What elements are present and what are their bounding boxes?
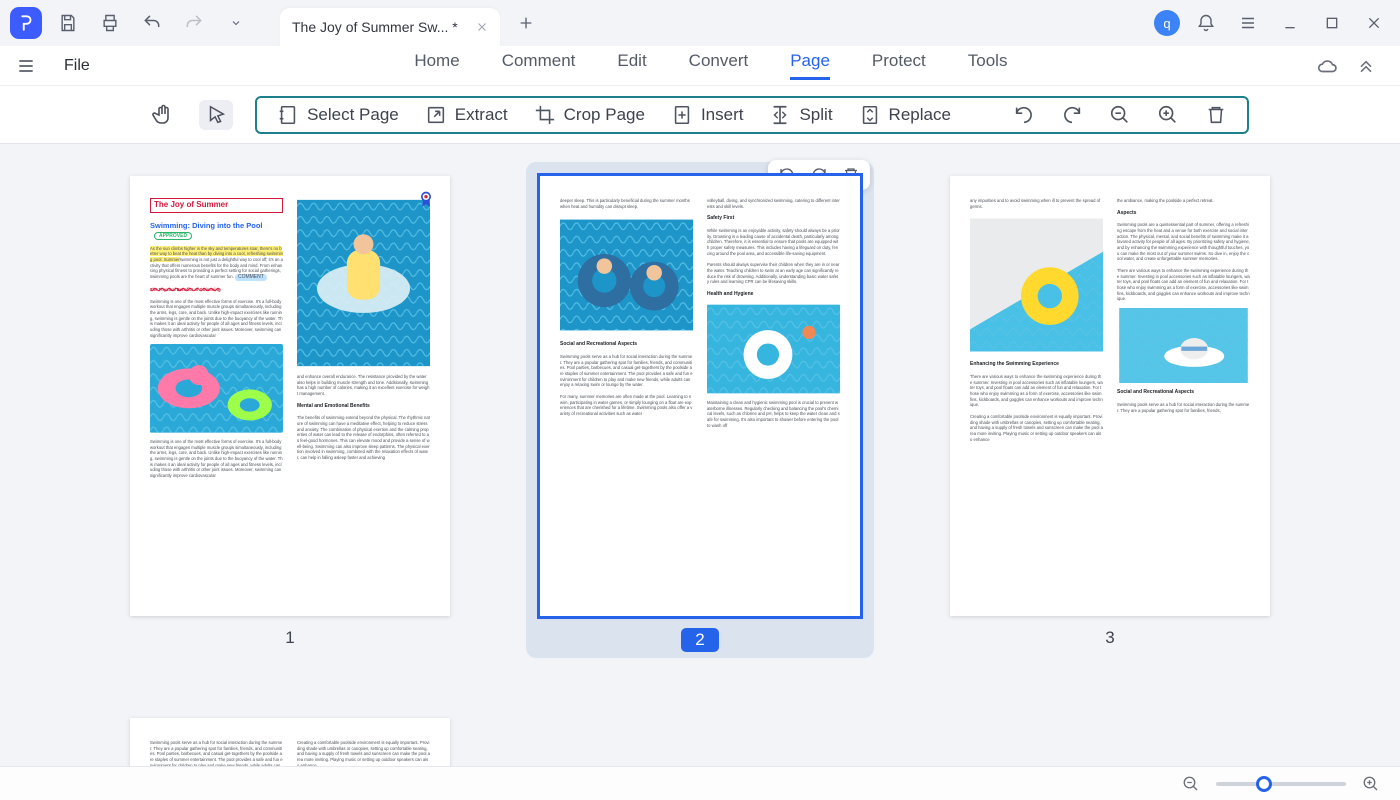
page-thumbnail-4[interactable]: Swimming pools serve as a hub for social… [130, 718, 450, 766]
document-title: The Joy of Summer [150, 198, 283, 213]
delete-page-icon[interactable] [1205, 104, 1227, 126]
hat-pool-image [1117, 308, 1250, 383]
insert-button[interactable]: Insert [671, 104, 744, 126]
save-icon[interactable] [52, 7, 84, 39]
page-number-1: 1 [285, 628, 294, 648]
yellow-ring-image [970, 215, 1103, 355]
award-ribbon-icon [416, 190, 436, 210]
replace-button[interactable]: Replace [859, 104, 951, 126]
section-health: Health and Hygiene [707, 291, 840, 298]
approved-badge: APPROVED [154, 232, 192, 240]
zoom-in-small-icon[interactable] [1362, 775, 1380, 793]
section-social-2: Social and Recreational Aspects [1117, 389, 1250, 396]
page-thumbnail-2[interactable]: deeper sleep. This is particularly benef… [526, 162, 874, 658]
window-minimize-icon[interactable] [1274, 7, 1306, 39]
undo-icon[interactable] [136, 7, 168, 39]
redo-icon[interactable] [178, 7, 210, 39]
print-icon[interactable] [94, 7, 126, 39]
section-social: Social and Recreational Aspects [560, 341, 693, 348]
new-tab-icon[interactable] [510, 7, 542, 39]
statusbar [0, 766, 1400, 800]
select-page-button[interactable]: Select Page [277, 104, 399, 126]
menu-edit[interactable]: Edit [617, 51, 646, 80]
collapse-ribbon-icon[interactable] [1356, 55, 1376, 77]
page-thumbnail-1[interactable]: The Joy of Summer Swimming: Diving into … [130, 176, 450, 658]
user-avatar[interactable]: q [1154, 10, 1180, 36]
hand-tool-icon[interactable] [151, 103, 175, 127]
split-button[interactable]: Split [769, 104, 832, 126]
menubar: File Home Comment Edit Convert Page Prot… [0, 46, 1400, 86]
strikethrough-heading: The Physical Benefits of Swimming [150, 287, 283, 293]
document-tab-label: The Joy of Summer Sw... * [292, 19, 468, 35]
page-thumbnail-3[interactable]: any impurities and to avoid swimming whe… [950, 176, 1270, 658]
document-tab[interactable]: The Joy of Summer Sw... * [280, 8, 500, 46]
comment-callout: COMMENT [235, 274, 267, 281]
section-aspects: Aspects [1117, 210, 1250, 217]
pointer-tool-icon[interactable] [199, 100, 233, 130]
menu-home[interactable]: Home [414, 51, 459, 80]
pool-tubes-image [560, 215, 693, 335]
app-menu-icon[interactable] [1232, 7, 1264, 39]
crop-page-button[interactable]: Crop Page [534, 104, 645, 126]
page-number-2: 2 [681, 628, 718, 652]
window-maximize-icon[interactable] [1316, 7, 1348, 39]
dropdown-icon[interactable] [220, 7, 252, 39]
zoom-in-icon[interactable] [1157, 104, 1179, 126]
rotate-ccw-icon[interactable] [1013, 104, 1035, 126]
extract-button[interactable]: Extract [425, 104, 508, 126]
menu-page[interactable]: Page [790, 51, 830, 80]
cloud-icon[interactable] [1316, 55, 1338, 77]
float-ring-image [707, 304, 840, 394]
app-logo[interactable] [10, 7, 42, 39]
zoom-out-small-icon[interactable] [1182, 775, 1200, 793]
notifications-icon[interactable] [1190, 7, 1222, 39]
menu-protect[interactable]: Protect [872, 51, 926, 80]
hamburger-icon[interactable] [16, 56, 36, 76]
page-number-3: 3 [1105, 628, 1114, 648]
zoom-slider[interactable] [1216, 782, 1346, 786]
file-menu[interactable]: File [64, 57, 90, 75]
menu-tools[interactable]: Tools [968, 51, 1008, 80]
zoom-out-icon[interactable] [1109, 104, 1131, 126]
main-menu: Home Comment Edit Convert Page Protect T… [126, 51, 1296, 80]
pool-photo-image [297, 198, 430, 368]
rotate-cw-icon[interactable] [1061, 104, 1083, 126]
page-toolbar-wrap: Select Page Extract Crop Page Insert Spl… [0, 86, 1400, 144]
window-close-icon[interactable] [1358, 7, 1390, 39]
workspace[interactable]: The Joy of Summer Swimming: Diving into … [0, 144, 1400, 766]
document-subtitle: Swimming: Diving into the Pool APPROVED [150, 221, 283, 240]
section-enhance: Enhancing the Swimming Experience [970, 361, 1103, 368]
page-toolbar: Select Page Extract Crop Page Insert Spl… [255, 96, 1249, 134]
section-safety: Safety First [707, 215, 840, 222]
menu-convert[interactable]: Convert [689, 51, 749, 80]
titlebar: The Joy of Summer Sw... * q [0, 0, 1400, 46]
zoom-slider-knob[interactable] [1256, 776, 1272, 792]
menu-comment[interactable]: Comment [502, 51, 576, 80]
section-mental: Mental and Emotional Benefits [297, 403, 430, 410]
tab-close-icon[interactable] [476, 21, 488, 33]
pool-floats-image [150, 344, 283, 433]
